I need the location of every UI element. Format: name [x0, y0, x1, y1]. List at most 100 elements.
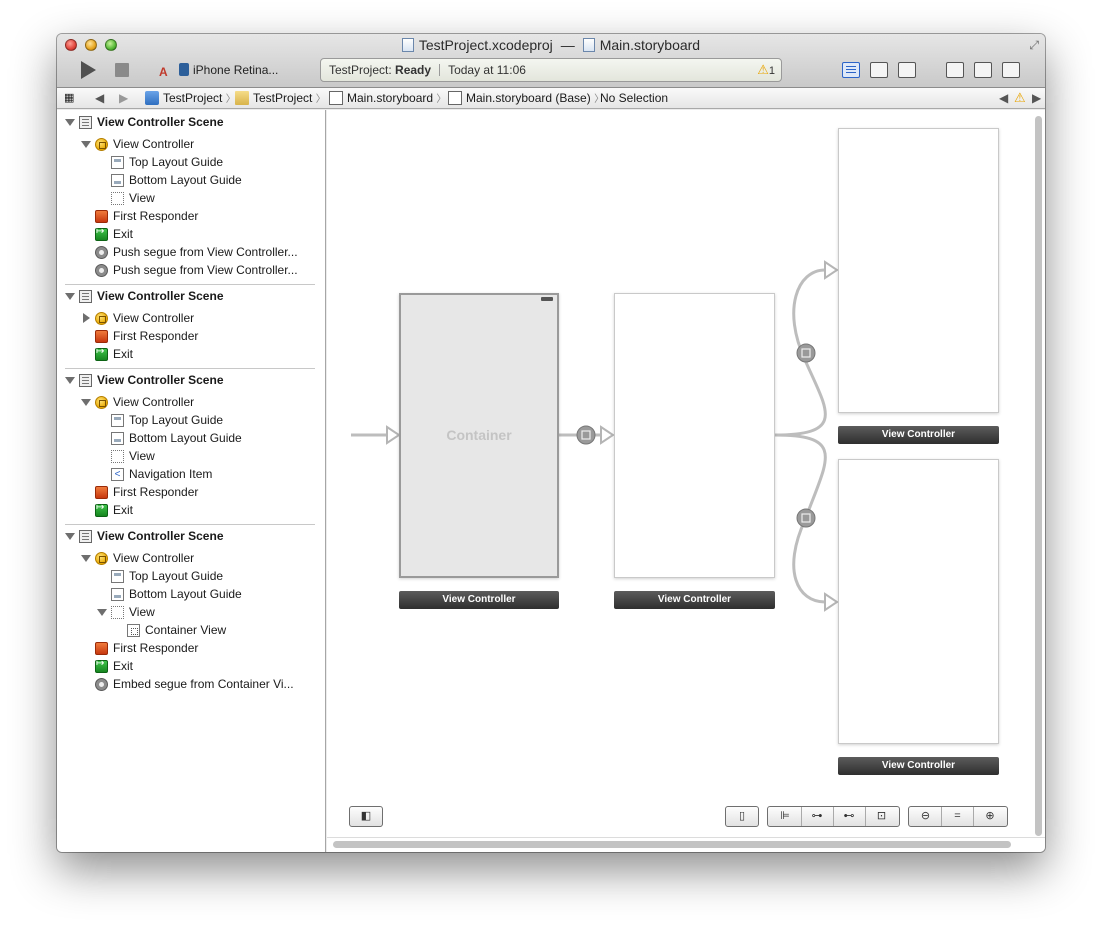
outline-item-top-layout-guide[interactable]: Top Layout Guide [129, 411, 223, 429]
first-responder-icon [95, 486, 108, 499]
next-issue-icon[interactable]: ▶ [1032, 88, 1041, 108]
outline-item-segue[interactable]: Push segue from View Controller... [113, 243, 298, 261]
debug-area-toggle-icon[interactable] [974, 62, 992, 78]
scene-title[interactable]: View Controller Scene [97, 371, 224, 389]
issue-warning-icon[interactable]: ⚠ [1014, 88, 1026, 108]
outline-item-exit[interactable]: Exit [113, 345, 133, 363]
version-editor-icon[interactable] [898, 62, 916, 78]
scene-title[interactable]: View Controller Scene [97, 113, 224, 131]
document-outline: View Controller Scene View Controller To… [57, 110, 326, 852]
toggle-outline-button[interactable]: ◧ [349, 806, 383, 827]
horizontal-scrollbar[interactable] [333, 841, 1011, 848]
outline-item-view[interactable]: View [129, 447, 155, 465]
utilities-toggle-icon[interactable] [1002, 62, 1020, 78]
disclosure-closed-icon[interactable] [83, 313, 90, 323]
outline-item-top-layout-guide[interactable]: Top Layout Guide [129, 567, 223, 585]
crumb-selection[interactable]: No Selection [600, 88, 668, 108]
outline-item-first-responder[interactable]: First Responder [113, 327, 198, 345]
crumb-storyboard[interactable]: Main.storyboard 〉 [329, 88, 446, 110]
outline-item-bottom-layout-guide[interactable]: Bottom Layout Guide [129, 429, 242, 447]
outline-item-first-responder[interactable]: First Responder [113, 639, 198, 657]
outline-item-bottom-layout-guide[interactable]: Bottom Layout Guide [129, 171, 242, 189]
outline-item-first-responder[interactable]: First Responder [113, 207, 198, 225]
outline-item-view-controller[interactable]: View Controller [113, 549, 194, 567]
scene-icon [79, 290, 92, 303]
project-file-icon [401, 38, 414, 52]
standard-editor-icon[interactable] [842, 62, 860, 78]
outline-item-segue[interactable]: Push segue from View Controller... [113, 261, 298, 279]
crumb-project[interactable]: TestProject 〉 [145, 88, 236, 110]
outline-item-embed-segue[interactable]: Embed segue from Container Vi... [113, 675, 294, 693]
scheme-label: iPhone Retina... [193, 63, 279, 77]
scene-icon [79, 116, 92, 129]
form-factor-button[interactable]: ▯ [725, 806, 759, 827]
fullscreen-icon[interactable]: ⤢ [1029, 38, 1039, 53]
pushed-view-controller-scene-bottom[interactable] [838, 459, 999, 744]
disclosure-open-icon[interactable] [65, 533, 75, 540]
exit-icon [95, 226, 108, 241]
view-icon [111, 192, 124, 205]
scene-label-bar[interactable]: View Controller [399, 591, 559, 609]
outline-item-first-responder[interactable]: First Responder [113, 483, 198, 501]
view-controller-icon [95, 312, 108, 325]
crumb-group[interactable]: TestProject 〉 [235, 88, 326, 110]
run-button[interactable] [81, 61, 96, 79]
xcode-window: TestProject.xcodeproj — Main.storyboard ⤢ … [57, 34, 1045, 852]
zoom-in-icon[interactable]: ⊕ [974, 807, 1006, 826]
scene-label-bar[interactable]: View Controller [614, 591, 775, 609]
device-icon [179, 63, 189, 76]
scene-icon [79, 530, 92, 543]
first-responder-icon [95, 210, 108, 223]
align-button[interactable]: ⊫ [770, 807, 802, 826]
scene-title[interactable]: View Controller Scene [97, 287, 224, 305]
disclosure-open-icon[interactable] [81, 555, 91, 562]
outline-item-exit[interactable]: Exit [113, 501, 133, 519]
scheme-selector[interactable]: AiPhone Retina... [159, 63, 278, 79]
scene-label-bar[interactable]: View Controller [838, 426, 999, 444]
outline-item-navigation-item[interactable]: Navigation Item [129, 465, 212, 483]
pushed-view-controller-scene-top[interactable] [838, 128, 999, 413]
outline-item-view[interactable]: View [129, 603, 155, 621]
forward-icon[interactable]: ▶ [119, 88, 128, 108]
crumb-base[interactable]: Main.storyboard (Base) 〉 [448, 88, 604, 110]
outline-item-bottom-layout-guide[interactable]: Bottom Layout Guide [129, 585, 242, 603]
pin-button[interactable]: ⊶ [802, 807, 834, 826]
warning-indicator[interactable]: ⚠1 [757, 59, 775, 82]
assistant-editor-icon[interactable] [870, 62, 888, 78]
scene-label-bar[interactable]: View Controller [838, 757, 999, 775]
outline-item-top-layout-guide[interactable]: Top Layout Guide [129, 153, 223, 171]
window-title: TestProject.xcodeproj — Main.storyboard [57, 37, 1045, 53]
storyboard-icon [329, 91, 343, 105]
embedded-view-controller-scene[interactable] [614, 293, 775, 578]
disclosure-open-icon[interactable] [65, 293, 75, 300]
top-layout-guide-icon [111, 414, 124, 427]
container-view-controller-scene[interactable]: Container [399, 293, 559, 578]
disclosure-open-icon[interactable] [65, 119, 75, 126]
disclosure-open-icon[interactable] [65, 377, 75, 384]
resolve-button[interactable]: ⊷ [834, 807, 866, 826]
zoom-actual-icon[interactable]: = [942, 807, 974, 826]
disclosure-open-icon[interactable] [81, 141, 91, 148]
title-file: Main.storyboard [599, 37, 701, 53]
warning-icon: ⚠ [757, 62, 769, 77]
outline-item-exit[interactable]: Exit [113, 225, 133, 243]
vertical-scrollbar[interactable] [1035, 116, 1042, 836]
previous-issue-icon[interactable]: ◀ [999, 88, 1008, 108]
stop-button[interactable] [115, 63, 129, 77]
outline-item-view[interactable]: View [129, 189, 155, 207]
zoom-out-icon[interactable]: ⊖ [910, 807, 942, 826]
storyboard-canvas[interactable]: Container View Controller View Controlle… [327, 110, 1045, 852]
disclosure-open-icon[interactable] [97, 609, 107, 616]
scene-title[interactable]: View Controller Scene [97, 527, 224, 545]
outline-item-view-controller[interactable]: View Controller [113, 135, 194, 153]
back-icon[interactable]: ◀ [95, 88, 104, 108]
outline-item-view-controller[interactable]: View Controller [113, 393, 194, 411]
navigator-toggle-icon[interactable] [946, 62, 964, 78]
outline-item-container-view[interactable]: Container View [145, 621, 226, 639]
disclosure-open-icon[interactable] [81, 399, 91, 406]
outline-item-exit[interactable]: Exit [113, 657, 133, 675]
battery-icon [541, 297, 553, 301]
resizing-button[interactable]: ⊡ [866, 807, 898, 826]
related-items-icon[interactable]: ▦ [64, 88, 74, 108]
outline-item-view-controller[interactable]: View Controller [113, 309, 194, 327]
